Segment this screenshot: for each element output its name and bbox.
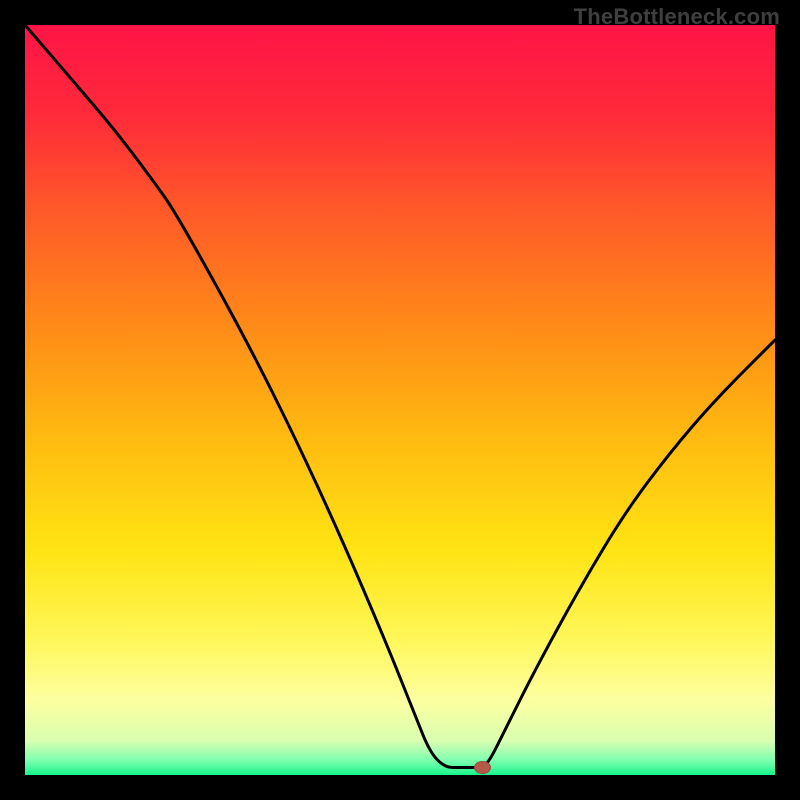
watermark-text: TheBottleneck.com: [574, 4, 780, 30]
optimal-point-marker: [475, 762, 491, 774]
plot-area: [25, 25, 775, 775]
gradient-background: [25, 25, 775, 775]
bottleneck-chart: [25, 25, 775, 775]
chart-frame: TheBottleneck.com: [0, 0, 800, 800]
